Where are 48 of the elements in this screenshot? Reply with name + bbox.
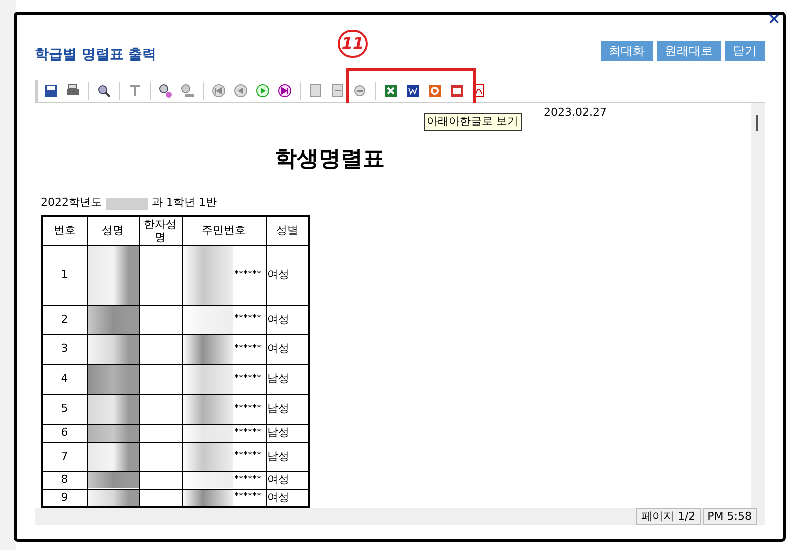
table-cell: 4 — [42, 364, 87, 394]
table-cell-text: ****** — [234, 342, 262, 356]
table-cell: 8 — [42, 472, 87, 489]
report-date: 2023.02.27 — [544, 104, 607, 120]
column-header: 한자성명 — [139, 216, 182, 246]
blurred-name — [88, 365, 138, 394]
table-cell: 7 — [42, 442, 87, 472]
window-button[interactable]: 최대화 — [601, 41, 653, 61]
search-icon[interactable] — [157, 82, 175, 100]
table-cell-text: ****** — [234, 313, 262, 326]
report-subtitle: 2022학년도 — [41, 195, 102, 212]
blurred-name — [88, 335, 138, 364]
blurred-number — [182, 365, 232, 394]
table-cell-text: ****** — [234, 402, 262, 416]
report-subtitle: 과 1학년 1반 — [152, 195, 217, 212]
table-cell: 1 — [42, 246, 87, 306]
tooltip: 아래아한글로 보기 — [424, 112, 522, 130]
window-title: 학급별 명렬표 출력 — [35, 46, 157, 65]
table-cell: 여성 — [266, 472, 309, 489]
annotation-mark: 11 — [338, 30, 368, 58]
table-cell: 6 — [42, 424, 87, 442]
blurred-number — [182, 490, 232, 506]
previous-page-icon[interactable] — [232, 82, 250, 100]
blurred-name — [88, 490, 138, 506]
next-page-icon[interactable] — [254, 82, 272, 100]
table-cell: 2 — [42, 306, 87, 334]
table-cell: 5 — [42, 394, 87, 424]
scrollbar[interactable] — [751, 102, 765, 508]
table-cell: 3 — [42, 334, 87, 364]
blurred-text — [106, 198, 148, 210]
window-button[interactable]: 닫기 — [725, 41, 765, 61]
table-cell-text: ****** — [234, 474, 262, 486]
table-cell-text: ****** — [234, 268, 262, 282]
table-cell-text: ****** — [234, 372, 262, 386]
table-cell: 남성 — [266, 424, 309, 442]
first-page-icon[interactable] — [210, 82, 228, 100]
scrollbar-thumb[interactable] — [756, 114, 758, 130]
last-page-icon[interactable] — [276, 82, 294, 100]
report-title: 학생명렬표 — [275, 146, 385, 172]
status-field: 페이지 1/2 — [636, 508, 701, 525]
table-cell-text: ****** — [234, 426, 262, 440]
table-cell-text: ****** — [234, 491, 262, 504]
status-field: PM 5:58 — [702, 508, 757, 525]
close-button[interactable]: × — [768, 11, 781, 27]
column-header: 번호 — [42, 216, 87, 246]
blurred-number — [182, 335, 232, 364]
table-cell-text: ****** — [234, 450, 262, 464]
window-button[interactable]: 원래대로 — [657, 41, 721, 61]
